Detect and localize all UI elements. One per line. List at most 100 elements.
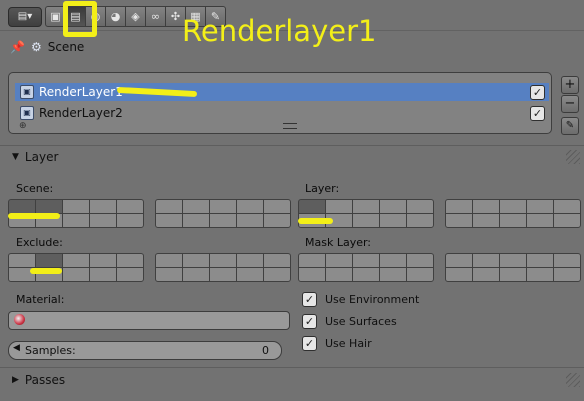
layer-toggle-button[interactable]: [473, 214, 499, 227]
layer-toggle-button[interactable]: [500, 268, 526, 281]
layer-toggle-button[interactable]: [183, 254, 209, 267]
scene-layers-grid-b[interactable]: [155, 199, 291, 228]
layer-toggle-button[interactable]: [90, 254, 116, 267]
use-hair-toggle[interactable]: ✓ Use Hair: [302, 336, 372, 351]
layer-toggle-button[interactable]: [446, 200, 472, 213]
layer-toggle-button[interactable]: [264, 268, 290, 281]
checkbox[interactable]: ✓: [302, 336, 317, 351]
layer-toggle-button[interactable]: [473, 254, 499, 267]
layer-layers-grid-b[interactable]: [445, 199, 581, 228]
layer-toggle-button[interactable]: [63, 214, 89, 227]
layer-toggle-button[interactable]: [554, 254, 580, 267]
layer-toggle-button[interactable]: [446, 268, 472, 281]
list-item-renderlayer1[interactable]: ▣ RenderLayer1 ✓: [15, 83, 549, 101]
layer-enable-checkbox[interactable]: ✓: [530, 106, 545, 121]
layer-toggle-button[interactable]: [63, 268, 89, 281]
layer-toggle-button[interactable]: [237, 254, 263, 267]
layer-toggle-button[interactable]: [473, 268, 499, 281]
layer-toggle-button[interactable]: [353, 254, 379, 267]
world-icon[interactable]: ◕: [106, 6, 126, 27]
layer-toggle-button[interactable]: [36, 254, 62, 267]
pin-icon[interactable]: 📌: [10, 40, 25, 54]
layer-toggle-button[interactable]: [156, 254, 182, 267]
layer-toggle-button[interactable]: [299, 268, 325, 281]
checkbox[interactable]: ✓: [302, 314, 317, 329]
layer-toggle-button[interactable]: [527, 268, 553, 281]
layer-toggle-button[interactable]: [183, 200, 209, 213]
layer-toggle-button[interactable]: [210, 214, 236, 227]
remove-layer-button[interactable]: −: [561, 95, 579, 113]
layer-toggle-button[interactable]: [500, 254, 526, 267]
layer-panel-header[interactable]: ▼ Layer: [0, 146, 584, 168]
use-surfaces-toggle[interactable]: ✓ Use Surfaces: [302, 314, 397, 329]
add-layer-button[interactable]: +: [561, 76, 579, 94]
layer-toggle-button[interactable]: [380, 254, 406, 267]
layer-toggle-button[interactable]: [210, 254, 236, 267]
layer-toggle-button[interactable]: [264, 200, 290, 213]
layer-toggle-button[interactable]: [500, 214, 526, 227]
passes-panel-header[interactable]: ▶ Passes: [0, 369, 584, 391]
layer-toggle-button[interactable]: [36, 200, 62, 213]
list-item-renderlayer2[interactable]: ▣ RenderLayer2 ✓: [15, 104, 549, 122]
layer-toggle-button[interactable]: [353, 200, 379, 213]
layer-toggle-button[interactable]: [380, 200, 406, 213]
panel-drag-handle[interactable]: [566, 150, 580, 164]
layer-toggle-button[interactable]: [117, 214, 143, 227]
layer-toggle-button[interactable]: [326, 200, 352, 213]
layer-toggle-button[interactable]: [237, 268, 263, 281]
layer-toggle-button[interactable]: [237, 214, 263, 227]
layer-toggle-button[interactable]: [554, 200, 580, 213]
layer-toggle-button[interactable]: [326, 268, 352, 281]
use-environment-toggle[interactable]: ✓ Use Environment: [302, 292, 419, 307]
panel-drag-handle[interactable]: [566, 373, 580, 387]
exclude-layers-grid-b[interactable]: [155, 253, 291, 282]
layer-toggle-button[interactable]: [156, 200, 182, 213]
layer-toggle-button[interactable]: [210, 268, 236, 281]
layer-toggle-button[interactable]: [446, 214, 472, 227]
layer-toggle-button[interactable]: [407, 254, 433, 267]
object-icon[interactable]: ◈: [126, 6, 146, 27]
pin-icon[interactable]: ✎: [561, 117, 579, 135]
layer-toggle-button[interactable]: [299, 254, 325, 267]
mask-layers-grid-a[interactable]: [298, 253, 434, 282]
editor-type-button[interactable]: ▤▾: [8, 7, 42, 27]
layer-toggle-button[interactable]: [210, 200, 236, 213]
layer-toggle-button[interactable]: [527, 214, 553, 227]
samples-field[interactable]: ◀ Samples: 0: [8, 341, 282, 360]
layer-toggle-button[interactable]: [527, 200, 553, 213]
layer-toggle-button[interactable]: [117, 200, 143, 213]
layer-toggle-button[interactable]: [183, 268, 209, 281]
layer-toggle-button[interactable]: [407, 200, 433, 213]
layer-toggle-button[interactable]: [90, 214, 116, 227]
layer-toggle-button[interactable]: [237, 200, 263, 213]
material-field[interactable]: [8, 311, 290, 330]
constraints-icon[interactable]: ∞: [146, 6, 166, 27]
layer-toggle-button[interactable]: [554, 214, 580, 227]
layer-toggle-button[interactable]: [63, 254, 89, 267]
layer-toggle-button[interactable]: [9, 200, 35, 213]
layer-toggle-button[interactable]: [156, 214, 182, 227]
layer-toggle-button[interactable]: [117, 268, 143, 281]
layer-toggle-button[interactable]: [264, 254, 290, 267]
checkbox[interactable]: ✓: [302, 292, 317, 307]
layer-toggle-button[interactable]: [156, 268, 182, 281]
layer-toggle-button[interactable]: [183, 214, 209, 227]
layer-toggle-button[interactable]: [90, 268, 116, 281]
layer-toggle-button[interactable]: [117, 254, 143, 267]
layer-toggle-button[interactable]: [353, 268, 379, 281]
layer-toggle-button[interactable]: [473, 200, 499, 213]
layer-toggle-button[interactable]: [380, 268, 406, 281]
layer-toggle-button[interactable]: [527, 254, 553, 267]
layer-toggle-button[interactable]: [500, 200, 526, 213]
mask-layers-grid-b[interactable]: [445, 253, 581, 282]
layer-toggle-button[interactable]: [353, 214, 379, 227]
layer-toggle-button[interactable]: [446, 254, 472, 267]
layer-toggle-button[interactable]: [90, 200, 116, 213]
layer-toggle-button[interactable]: [299, 200, 325, 213]
decrement-arrow-icon[interactable]: ◀: [13, 343, 20, 353]
layer-toggle-button[interactable]: [9, 254, 35, 267]
layer-toggle-button[interactable]: [63, 200, 89, 213]
exclude-layers-grid-a[interactable]: [8, 253, 144, 282]
layer-toggle-button[interactable]: [407, 214, 433, 227]
layer-toggle-button[interactable]: [554, 268, 580, 281]
